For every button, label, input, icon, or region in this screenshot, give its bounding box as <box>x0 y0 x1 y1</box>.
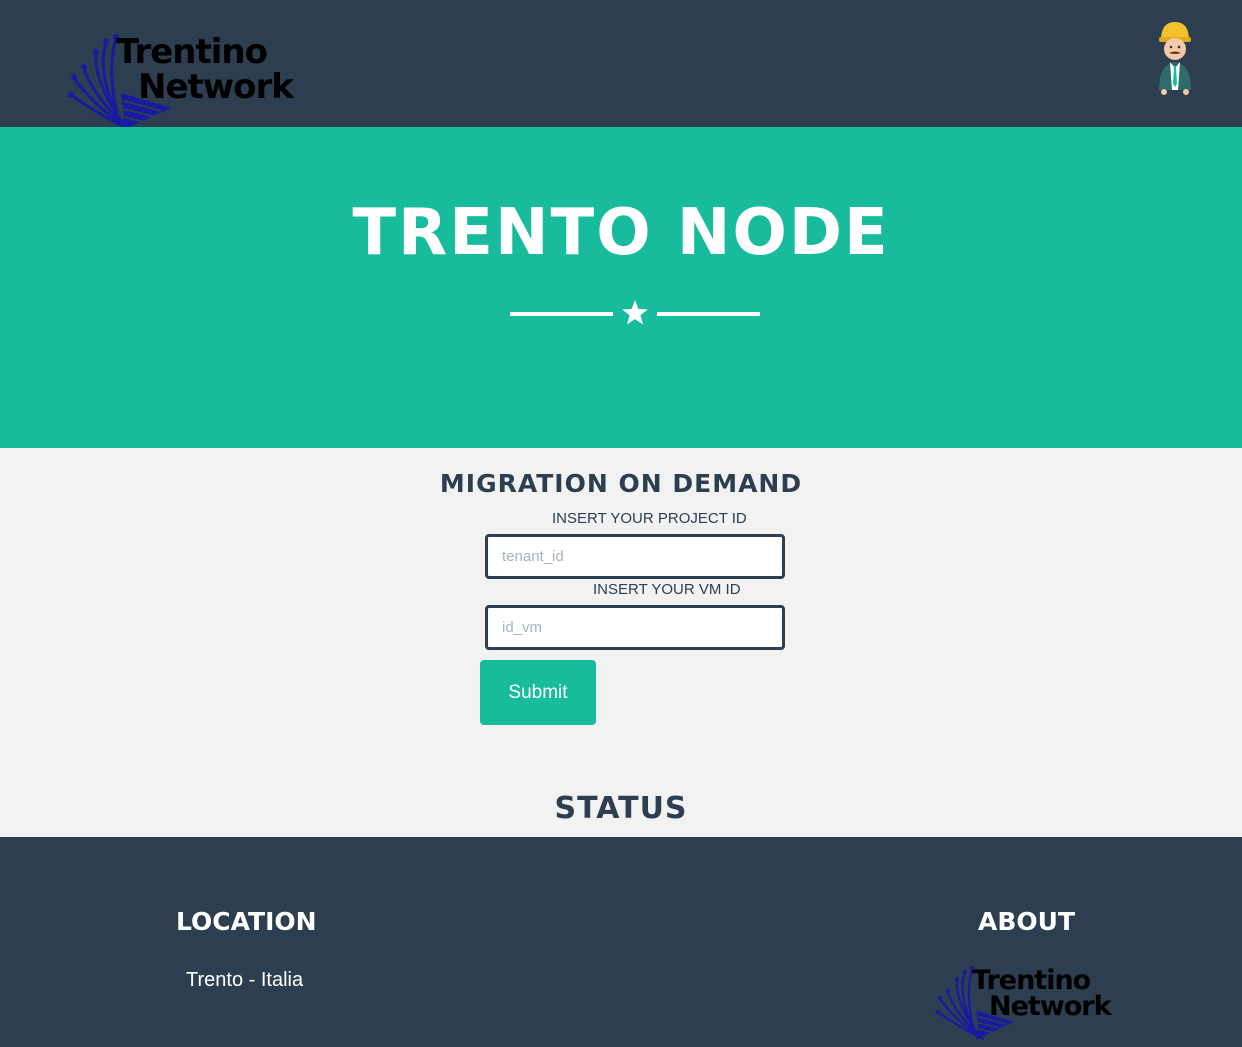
hero-banner: TRENTO NODE <box>0 127 1242 448</box>
worker-avatar-icon[interactable] <box>1153 18 1197 96</box>
migration-title: MIGRATION ON DEMAND <box>439 469 803 498</box>
footer-logo-text-line1: Trentino <box>972 965 1091 996</box>
location-text: Trento - Italia <box>186 969 304 991</box>
project-id-label: INSERT YOUR PROJECT ID <box>552 510 747 527</box>
page-title: TRENTO NODE <box>352 196 890 270</box>
divider-line-right <box>657 312 760 316</box>
tenant-id-input[interactable] <box>485 534 785 579</box>
submit-button[interactable]: Submit <box>480 660 596 725</box>
logo-text-line1: Trentino <box>116 32 268 72</box>
vm-id-input[interactable] <box>485 605 785 650</box>
about-heading: ABOUT <box>978 907 1076 936</box>
logo-text-line2: Network <box>138 67 294 107</box>
status-title: STATUS <box>554 791 688 826</box>
footer: LOCATION Trento - Italia ABOUT Trentino … <box>0 837 1242 1047</box>
divider-line-left <box>510 312 613 316</box>
star-icon <box>622 300 648 325</box>
hero-divider <box>510 299 760 329</box>
footer-trentino-network-logo[interactable]: Trentino Network <box>934 965 1119 1045</box>
navbar: Trentino Network <box>0 0 1242 132</box>
footer-logo-text-line2: Network <box>989 991 1112 1022</box>
vm-id-label: INSERT YOUR VM ID <box>593 581 741 598</box>
location-heading: LOCATION <box>176 907 317 936</box>
trentino-network-logo[interactable]: Trentino Network <box>66 33 311 133</box>
